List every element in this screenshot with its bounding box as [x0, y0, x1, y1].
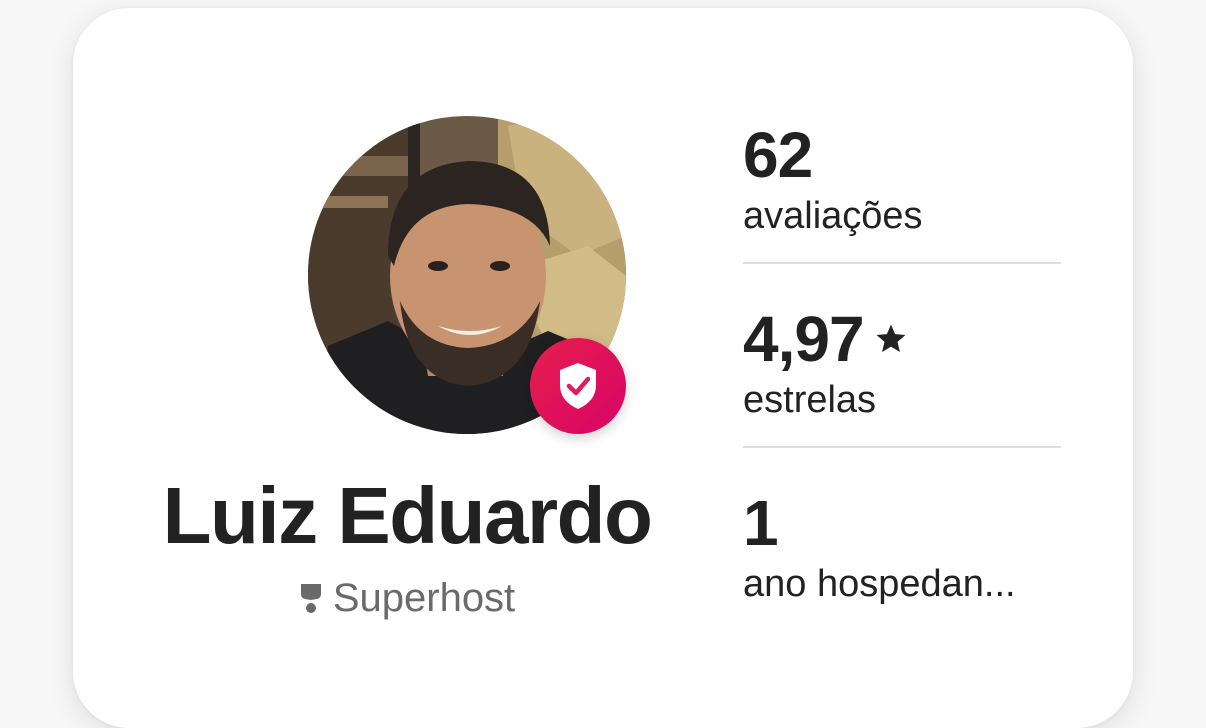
stat-divider	[743, 446, 1061, 448]
reviews-count: 62	[743, 119, 813, 191]
host-name: Luiz Eduardo	[162, 471, 653, 560]
rating-value: 4,97	[743, 303, 865, 375]
superhost-text: Superhost	[332, 576, 516, 620]
host-stats: 62 avaliações 4,97 estrelas 1 ano hosped…	[743, 116, 1063, 644]
shield-check-icon	[560, 363, 596, 409]
stat-divider	[743, 262, 1061, 264]
stat-rating: 4,97 estrelas	[743, 300, 1063, 460]
verified-badge	[530, 338, 626, 434]
rating-row: 4,97	[743, 300, 1063, 378]
stat-years-hosting: 1 ano hospedan...	[743, 484, 1063, 644]
rating-label: estrelas	[743, 379, 877, 421]
host-identity: Luiz Eduardo Superhost	[133, 8, 681, 697]
host-profile-card[interactable]: Luiz Eduardo Superhost 62 avaliações 4,9…	[73, 8, 1133, 728]
years-value: 1	[743, 487, 779, 559]
star-icon	[876, 324, 906, 353]
stat-reviews[interactable]: 62 avaliações	[743, 116, 1063, 276]
superhost-label: Superhost	[133, 573, 681, 623]
reviews-label: avaliações	[743, 195, 923, 237]
superhost-ribbon-icon	[300, 584, 321, 613]
years-label: ano hospedan...	[743, 563, 1016, 605]
